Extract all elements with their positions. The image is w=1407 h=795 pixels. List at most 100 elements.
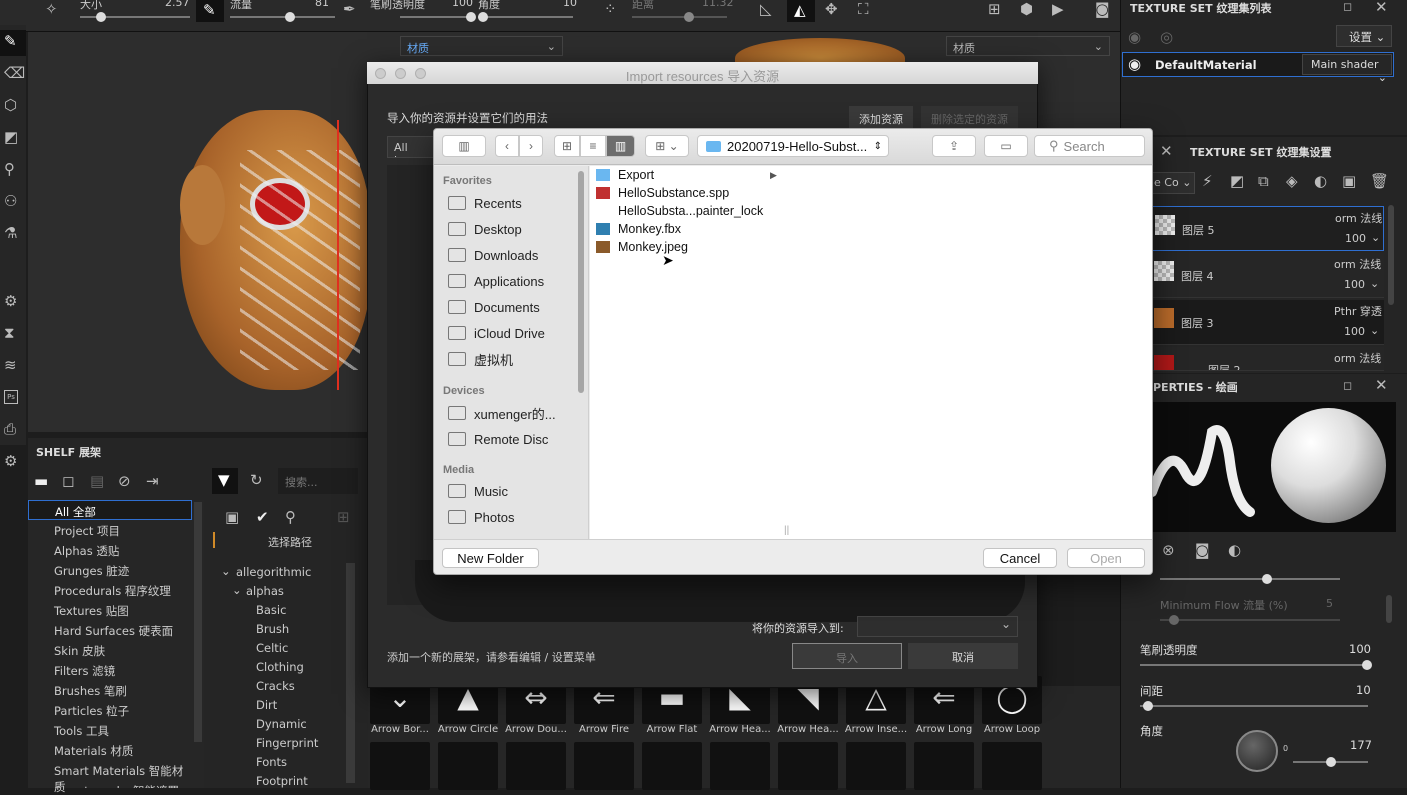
shelf-category-scrollbar[interactable] [194, 502, 202, 742]
refresh-icon[interactable]: ↻ [250, 473, 263, 488]
display-mode-icon[interactable]: ⊞ [988, 2, 1001, 17]
shelf-category-10[interactable]: Particles 粒子 [28, 700, 192, 720]
close-icon[interactable]: ✕ [1375, 0, 1388, 15]
layer-blend-mode[interactable]: Pthr 穿透 [1334, 303, 1382, 319]
opacity-slider[interactable] [1140, 664, 1368, 666]
shelf-category-2[interactable]: Alphas 透贴 [28, 540, 192, 560]
favorite-item[interactable]: Desktop [448, 219, 522, 239]
favorite-item[interactable]: Recents [448, 193, 522, 213]
import-button[interactable]: 导入 [792, 643, 902, 669]
angle-slider[interactable] [478, 16, 573, 18]
tree-item[interactable]: Basic [256, 603, 286, 617]
angle-dial[interactable] [1236, 730, 1278, 772]
favorite-item[interactable]: Documents [448, 297, 540, 317]
plugin-icon[interactable]: ⚙ [4, 454, 17, 469]
favorite-item[interactable]: Downloads [448, 245, 538, 265]
eraser-tool-icon[interactable]: ⌫ [4, 66, 25, 81]
new-folder-button[interactable]: New Folder [442, 548, 539, 568]
check-icon[interactable]: ✔ [256, 510, 269, 525]
layer-opacity[interactable]: 100 [1344, 325, 1365, 338]
brush-thumbnail[interactable] [982, 742, 1042, 790]
tree-item[interactable]: Footprint [256, 774, 308, 788]
pen-pressure-icon[interactable]: ✒ [343, 2, 356, 17]
opacity-value[interactable]: 100 [452, 0, 473, 9]
bake-icon[interactable]: ⚙ [4, 294, 17, 309]
folder-icon[interactable]: ▬ [34, 474, 48, 489]
export-icon[interactable]: ⎙ [4, 422, 16, 437]
min-flow-value[interactable]: 5 [1326, 597, 1333, 610]
tree-item[interactable]: Celtic [256, 641, 288, 655]
spacing-value[interactable]: 10 [1356, 683, 1371, 697]
shader-select[interactable]: Main shader ⌄ [1302, 54, 1392, 84]
add-folder-icon[interactable]: ▣ [1342, 174, 1356, 189]
angle-value[interactable]: 10 [563, 0, 577, 9]
forward-button[interactable]: › [519, 135, 543, 157]
shelf-search-input[interactable]: 搜索... [278, 468, 358, 494]
shelf-category-7[interactable]: Skin 皮肤 [28, 640, 192, 660]
add-fill-layer-icon[interactable]: ⧉ [1258, 174, 1269, 189]
opacity-slider[interactable] [400, 16, 475, 18]
brush-thumbnail[interactable] [438, 742, 498, 790]
layers-scrollbar[interactable] [1388, 205, 1394, 305]
brush-thumbnail[interactable] [846, 742, 906, 790]
brush-thumbnail[interactable] [914, 742, 974, 790]
min-flow-slider-knob[interactable] [1169, 615, 1179, 625]
tree-item[interactable]: Dirt [256, 698, 277, 712]
shelf-category-9[interactable]: Brushes 笔刷 [28, 680, 192, 700]
symmetry-icon[interactable]: ✧ [45, 2, 58, 17]
spacing-slider[interactable] [1140, 705, 1368, 707]
brush-thumbnail[interactable] [506, 742, 566, 790]
material-select-left[interactable]: 材质 ⌄ [400, 36, 563, 56]
eye-icon[interactable]: ◉ [1128, 57, 1141, 72]
channel-material-icon[interactable]: ◐ [1228, 543, 1241, 558]
flow-slider-knob[interactable] [1262, 574, 1272, 584]
file-row[interactable]: Export [596, 166, 654, 184]
path-popup[interactable]: 20200719-Hello-Subst... ⇕ [697, 135, 889, 157]
layer-blend-mode[interactable]: orm 法线 [1335, 210, 1382, 226]
usage-select[interactable]: All impo [387, 136, 437, 158]
size-slider-knob[interactable] [96, 12, 106, 22]
brush-thumbnail[interactable] [778, 742, 838, 790]
import-destination-select[interactable]: ⌄ [857, 616, 1018, 637]
chevron-down-icon[interactable]: ⌄ [1370, 324, 1379, 337]
disclosure-triangle-icon[interactable]: ▶ [770, 170, 777, 181]
shelf-category-11[interactable]: Tools 工具 [28, 720, 192, 740]
layer-opacity[interactable]: 100 [1344, 278, 1365, 291]
flow-slider-knob[interactable] [285, 12, 295, 22]
layer-blend-mode[interactable]: orm 法线 [1334, 350, 1381, 366]
close-icon[interactable]: ✕ [1375, 378, 1388, 393]
shelf-category-8[interactable]: Filters 滤镜 [28, 660, 192, 680]
brush-thumbnail[interactable] [370, 742, 430, 790]
cube-icon[interactable]: ⬢ [1020, 2, 1033, 17]
brush-thumbnail[interactable] [574, 742, 634, 790]
chevron-down-icon[interactable]: ⌄ [1370, 277, 1379, 290]
brush-thumbnail[interactable] [710, 742, 770, 790]
column-view-button[interactable]: ▥ [606, 135, 635, 157]
share-button[interactable]: ⇪ [932, 135, 976, 157]
angle-slider-knob[interactable] [478, 12, 488, 22]
tree-group[interactable]: alphas [246, 584, 284, 598]
add-effect-icon[interactable]: ⚡ [1202, 174, 1213, 189]
file-row[interactable]: Monkey.fbx [596, 220, 681, 238]
channel-alpha-icon[interactable]: ⊗ [1162, 543, 1175, 558]
symmetry-settings-icon[interactable]: ✥ [825, 2, 838, 17]
tree-item[interactable]: Fingerprint [256, 736, 318, 750]
sidebar-scrollbar[interactable] [578, 171, 584, 393]
layer-row[interactable]: 图层 2 orm 法线 [1148, 347, 1384, 371]
favorite-item[interactable]: Applications [448, 271, 544, 291]
color-picker-icon[interactable]: ⚗ [4, 226, 17, 241]
camera-video-icon[interactable]: ▶ [1052, 2, 1064, 17]
tree-item[interactable]: Dynamic [256, 717, 307, 731]
layer-blend-mode[interactable]: orm 法线 [1334, 256, 1381, 272]
clone-tool-icon[interactable]: ⚇ [4, 194, 17, 209]
shelf-category-6[interactable]: Hard Surfaces 硬表面 [28, 620, 192, 640]
layers-stack-icon[interactable]: ≋ [4, 358, 17, 373]
hourglass-icon[interactable]: ⧗ [4, 326, 15, 341]
settings-button[interactable]: 设置 ⌄ [1336, 25, 1392, 47]
file-row[interactable]: HelloSubstance.spp [596, 184, 729, 202]
shelf-category-14[interactable]: Smart masks 智能遮罩 [28, 780, 192, 788]
hide-icon[interactable]: ⊘ [118, 474, 131, 489]
opacity-slider-knob[interactable] [1362, 660, 1372, 670]
shelf-category-12[interactable]: Materials 材质 [28, 740, 192, 760]
shelf-category-13[interactable]: Smart Materials 智能材质 [28, 760, 192, 794]
